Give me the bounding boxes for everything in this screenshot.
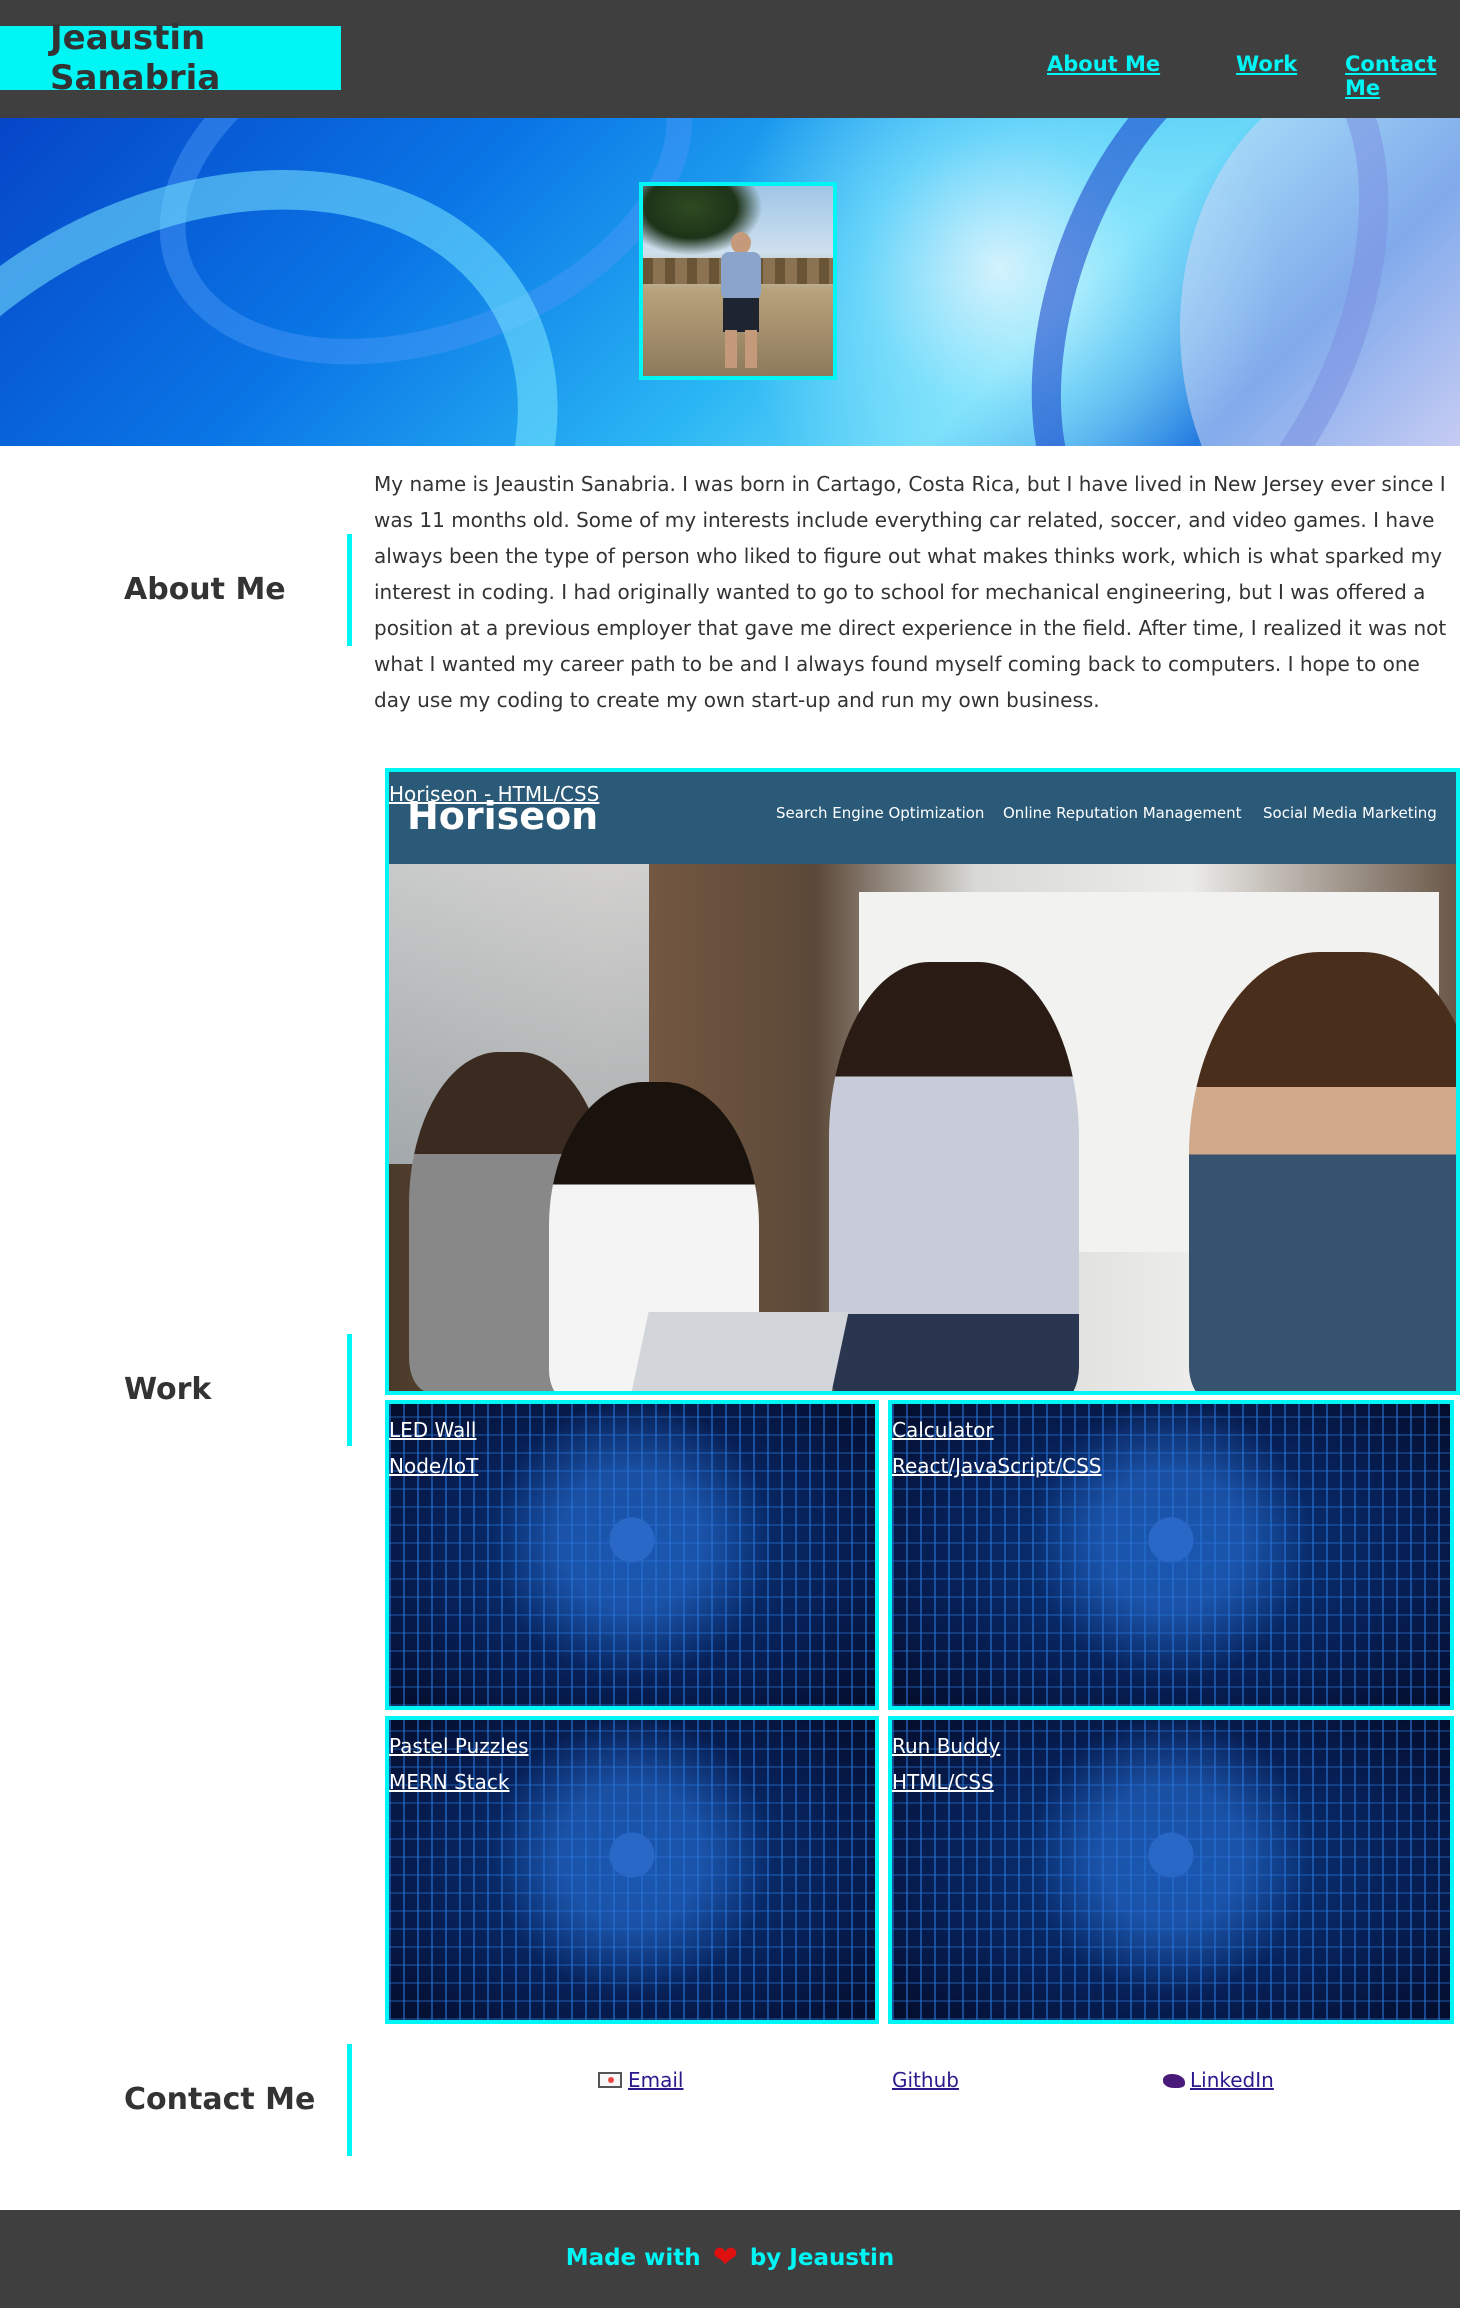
featured-project-horiseon[interactable]: Horiseon Search Engine Optimization Onli…	[385, 768, 1460, 1395]
footer-credit: Made with ❤ by Jeaustin	[0, 2240, 1460, 2275]
project-tile-calculator[interactable]: Calculator React/JavaScript/CSS	[888, 1400, 1454, 1710]
profile-photo	[639, 182, 837, 380]
footer-prefix: Made with	[565, 2245, 701, 2271]
nav-work[interactable]: Work	[1236, 52, 1297, 76]
contact-email-link[interactable]: Email	[598, 2068, 684, 2092]
project-title[interactable]: Run Buddy	[892, 1728, 1000, 1764]
mail-icon	[598, 2072, 622, 2088]
project-title[interactable]: Calculator	[892, 1412, 994, 1448]
horiseon-menu-item: Online Reputation Management	[1003, 804, 1242, 822]
project-tech[interactable]: Node/IoT	[389, 1448, 478, 1484]
project-tech[interactable]: MERN Stack	[389, 1764, 509, 1800]
linkedin-icon	[1163, 2074, 1185, 2088]
about-heading: About Me	[124, 572, 286, 607]
about-paragraph: My name is Jeaustin Sanabria. I was born…	[374, 472, 1447, 712]
contact-linkedin-link[interactable]: LinkedIn	[1163, 2068, 1274, 2092]
about-divider	[347, 534, 352, 646]
footer-suffix: by Jeaustin	[749, 2245, 895, 2271]
project-title[interactable]: LED Wall	[389, 1412, 476, 1448]
project-tile-run-buddy[interactable]: Run Buddy HTML/CSS	[888, 1716, 1454, 2024]
contact-heading: Contact Me	[124, 2082, 316, 2117]
nav-about-me[interactable]: About Me	[1047, 52, 1160, 76]
project-link-horiseon[interactable]: Horiseon - HTML/CSS	[389, 776, 599, 812]
contact-github-link[interactable]: Github	[892, 2068, 959, 2092]
project-tile-led-wall[interactable]: LED Wall Node/IoT	[385, 1400, 879, 1710]
hero-swirl	[1180, 118, 1460, 446]
site-footer: Made with ❤ by Jeaustin	[0, 2210, 1460, 2308]
site-brand[interactable]: Jeaustin Sanabria	[0, 18, 341, 98]
project-title[interactable]: Pastel Puzzles	[389, 1728, 529, 1764]
work-divider	[347, 1334, 352, 1446]
heart-icon: ❤	[712, 2240, 738, 2275]
horiseon-menu-item: Social Media Marketing	[1263, 804, 1437, 822]
nav-contact-me[interactable]: Contact Me	[1345, 52, 1460, 100]
project-tech[interactable]: React/JavaScript/CSS	[892, 1448, 1101, 1484]
site-header: Jeaustin Sanabria About Me Work Contact …	[0, 0, 1460, 118]
work-heading: Work	[124, 1372, 212, 1407]
contact-divider	[347, 2044, 352, 2156]
project-tile-pastel-puzzles[interactable]: Pastel Puzzles MERN Stack	[385, 1716, 879, 2024]
project-tech[interactable]: HTML/CSS	[892, 1764, 994, 1800]
horiseon-menu-item: Search Engine Optimization	[776, 804, 985, 822]
